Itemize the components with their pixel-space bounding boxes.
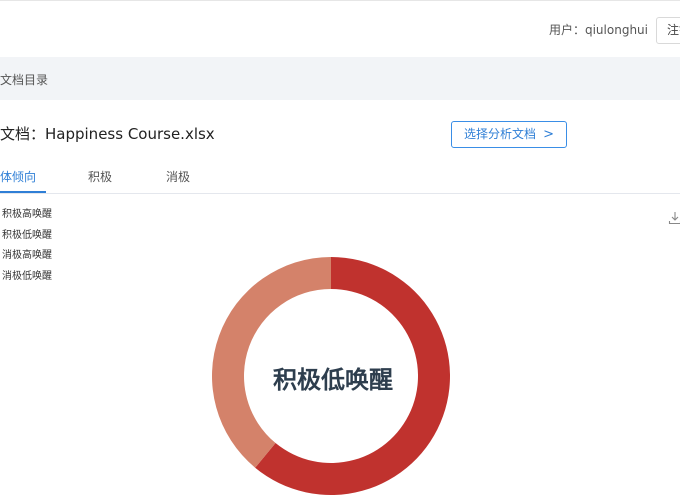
breadcrumb-bar: 文档目录 [0,57,680,100]
tab-overall[interactable]: 体倾向 [0,168,36,185]
tab-bar: 体倾向 积极 消极 [0,158,680,194]
logout-button[interactable]: 注销 [656,17,680,44]
chevron-right-icon: > [543,127,554,142]
breadcrumb[interactable]: 文档目录 [0,71,48,88]
legend-item[interactable]: 消极高唤醒 [2,249,52,270]
chart-center-label: 积极低唤醒 [273,366,393,394]
chart-legend: 积极高唤醒 积极低唤醒 消极高唤醒 消极低唤醒 [2,208,52,290]
download-icon[interactable] [668,211,680,225]
document-title: 文档：Happiness Course.xlsx [0,125,215,143]
tab-positive[interactable]: 积极 [88,168,112,185]
legend-item[interactable]: 消极低唤醒 [2,270,52,291]
user-label: 用户：qiulonghui [548,23,648,37]
legend-item[interactable]: 积极高唤醒 [2,208,52,229]
tab-negative[interactable]: 消极 [166,168,190,185]
top-bar: 用户：qiulonghui 注销 [0,0,680,56]
active-tab-indicator [0,191,46,193]
select-document-button[interactable]: 选择分析文档 > [451,121,567,148]
legend-item[interactable]: 积极低唤醒 [2,229,52,250]
select-document-label: 选择分析文档 [464,127,537,141]
